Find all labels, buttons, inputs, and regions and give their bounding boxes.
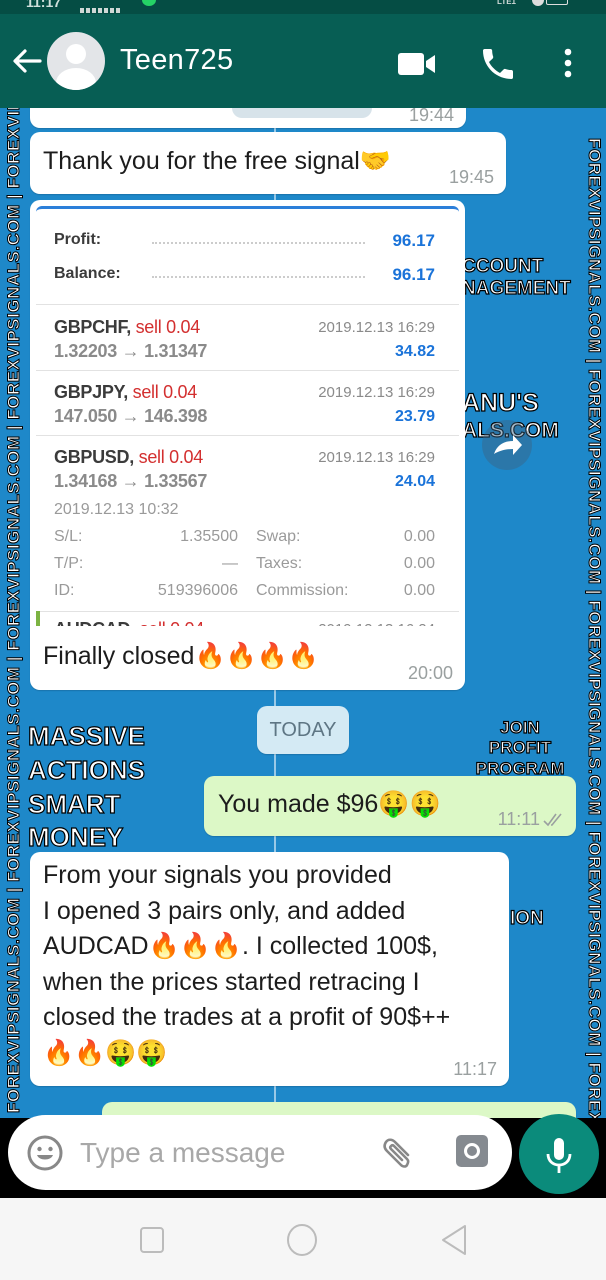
divider [36,370,459,371]
wallpaper-watermark-right: FOREXVIPSIGNALS.COM | FOREXVIPSIGNALS.CO… [585,138,605,1119]
phone-icon [483,49,513,79]
image-caption: Finally closed🔥🔥🔥🔥 [43,642,319,670]
message-input-container [8,1115,512,1190]
message-time: 11:11 [497,809,540,829]
message-bubble-outgoing[interactable]: You made $96🤑🤑 11:11 [204,776,576,836]
double-check-read-icon [543,813,562,827]
signal-icon [80,0,150,13]
circle-icon [287,1224,317,1256]
message-bubble-incoming[interactable]: From your signals you provided I opened … [30,852,509,1086]
camera-icon [456,1135,488,1167]
system-navigation-bar [0,1198,606,1280]
position-indicator [36,611,40,626]
voice-call-button[interactable] [478,44,518,84]
message-time: 19:45 [448,167,494,187]
triangle-back-icon [442,1225,466,1255]
video-call-button[interactable] [398,52,438,76]
divider [36,611,459,612]
wallpaper-text: CCOUNT NAGEMENT [461,255,571,299]
contact-name[interactable]: Teen725 [120,44,233,77]
trade-details: 2019.12.13 10:32 S/L: 1.35500 Swap: 0.00… [54,501,435,599]
message-text: You made $96🤑🤑 [218,790,441,818]
voice-message-button[interactable] [519,1114,599,1194]
network-label: LTE1 [497,0,516,6]
message-time: 20:00 [407,663,453,683]
message-input[interactable] [80,1133,360,1173]
kebab-menu-icon [564,48,572,78]
summary-row-profit: Profit: 96.17 [54,231,435,250]
date-separator: TODAY [257,706,349,754]
message-bubble-incoming-image[interactable]: Profit: 96.17 Balance: 96.17 GBPCHF, sel… [30,200,465,690]
home-button[interactable] [286,1224,318,1256]
do-not-disturb-icon [532,0,544,6]
message-text: Thank you for the free signal🤝 [43,147,391,175]
trade-screenshot-image[interactable]: Profit: 96.17 Balance: 96.17 GBPCHF, sel… [36,206,459,626]
forward-arrow-icon [494,435,522,455]
smiley-icon [27,1135,63,1171]
recents-button[interactable] [136,1224,168,1256]
chat-area[interactable]: FOREXVIPSIGNALS.COM | FOREXVIPSIGNALS.CO… [0,108,606,1118]
wallpaper-watermark-left: FOREXVIPSIGNALS.COM | FOREXVIPSIGNALS.CO… [4,108,24,1114]
more-options-button[interactable] [556,46,580,80]
message-bubble-incoming[interactable]: Thank you for the free signal🤝 19:45 [30,132,506,194]
message-bubble-incoming[interactable]: 19:44 [30,108,466,128]
paperclip-icon [383,1138,410,1168]
wallpaper-text: ION [509,907,544,929]
trade-row: AUDCAD, sell 0.04 2019.12.13 16:24 [54,619,435,626]
attach-button[interactable] [378,1131,418,1171]
summary-row-balance: Balance: 96.17 [54,265,435,284]
wallpaper-text: JOIN PROFIT PROGRAM [475,717,565,778]
back-nav-button[interactable] [438,1224,470,1256]
contact-avatar[interactable] [47,32,105,90]
image-thumbnail-preview [232,108,372,118]
trade-row: GBPJPY, sell 0.04 147.050 → 146.398 2019… [54,382,435,426]
divider [36,304,459,305]
square-icon [140,1227,164,1253]
camera-button[interactable] [454,1134,490,1168]
forward-button[interactable] [482,420,532,470]
message-time: 11:17 [453,1059,497,1079]
message-time: 19:44 [408,108,454,125]
wallpaper-text: MASSIVE ACTIONS SMART MONEY [27,720,146,853]
video-camera-icon [398,53,435,75]
arrow-left-icon [13,49,42,73]
back-button[interactable] [10,44,44,78]
divider [36,435,459,436]
message-composer [0,1114,606,1198]
trade-row: GBPUSD, sell 0.04 1.34168 → 1.33567 2019… [54,447,435,491]
chat-header: Teen725 [0,14,606,108]
emoji-button[interactable] [26,1134,64,1172]
microphone-icon [546,1138,572,1173]
battery-icon [546,0,568,5]
message-text: From your signals you provided I opened … [43,861,451,1067]
trade-row: GBPCHF, sell 0.04 1.32203 → 1.31347 2019… [54,317,435,361]
status-time: 11:17 [26,0,62,10]
status-bar: 11:17 LTE1 [0,0,606,14]
